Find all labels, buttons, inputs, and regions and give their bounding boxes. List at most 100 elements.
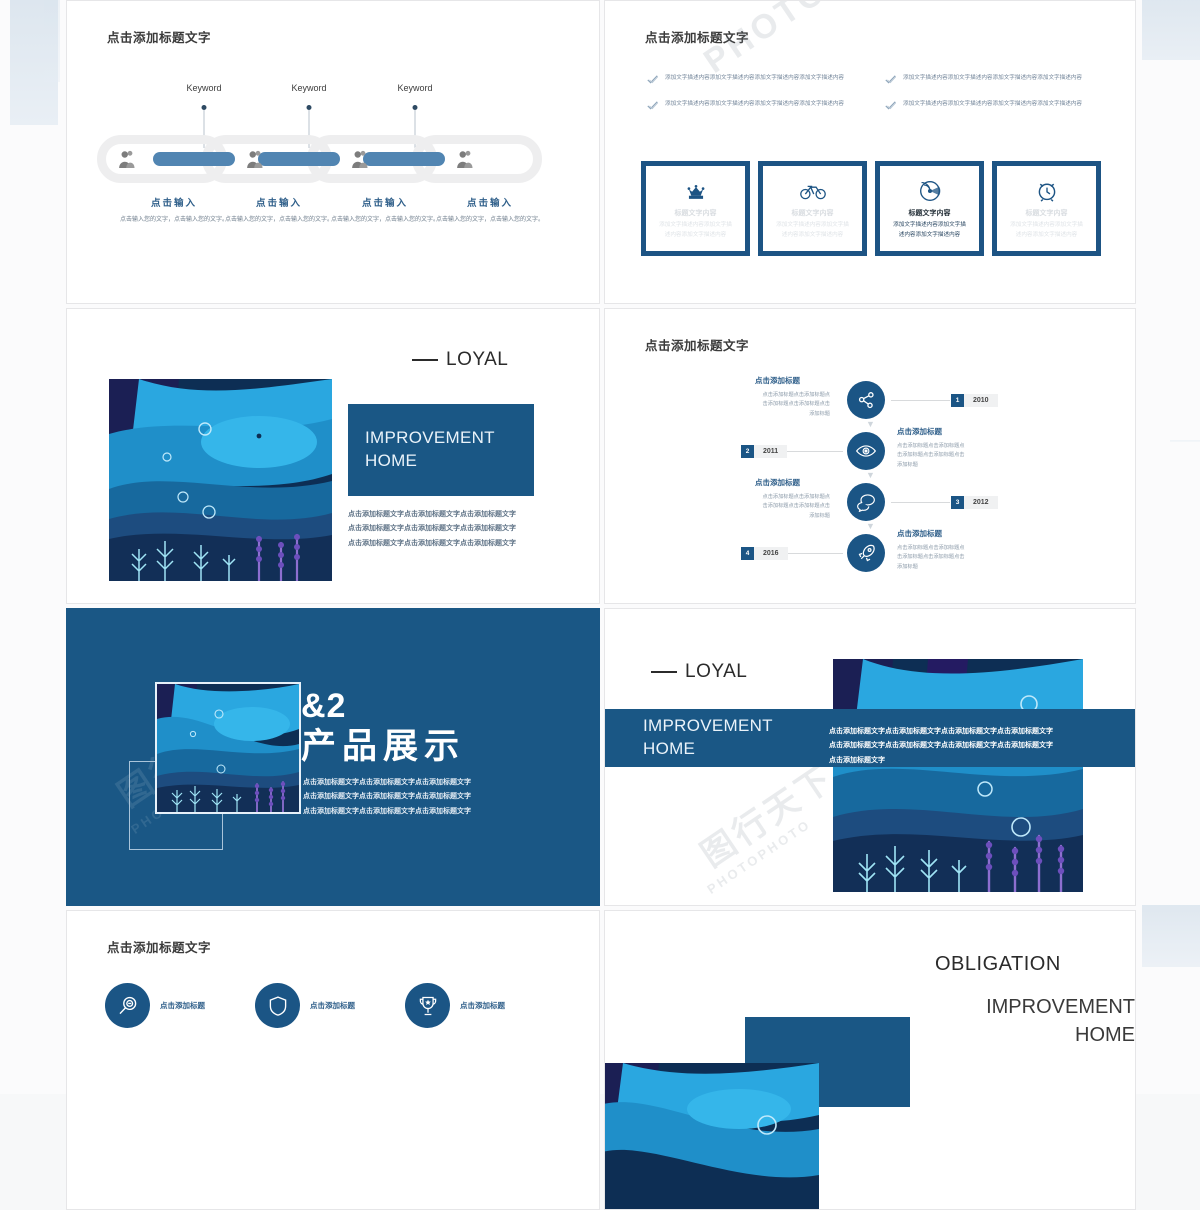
ocean-illustration: [155, 682, 301, 814]
headline-text: IMPROVEMENT HOME: [365, 428, 495, 470]
page-title: 点击添加标题文字: [107, 30, 212, 45]
magnifier-minus-icon: [105, 983, 150, 1028]
page-title: 点击添加标题文字: [107, 940, 212, 955]
slide-checks-boxes[interactable]: 点击添加标题文字 PHOTO.CN 添加文字描述内容添加文字描述内容添加文字描述…: [604, 0, 1136, 304]
timeline-diagram: 点击添加标题 点击添加标题点击添加标题点击添加标题点击添加标题点击添加标题 1 …: [741, 371, 1115, 591]
chain-caption-heading: 点击输入: [361, 198, 408, 209]
icon-box-2[interactable]: 标题文字内容 添加文字描述内容添加文字描述内容添加文字描述内容: [758, 161, 867, 256]
rocket-icon: [858, 544, 875, 561]
timeline-year-text: 2011: [763, 448, 779, 455]
headline-band: IMPROVEMENT HOME: [348, 404, 534, 496]
icon-box-title: 标题文字内容: [791, 209, 834, 217]
section-number: &2: [301, 687, 347, 725]
bullet-text: 添加文字描述内容添加文字描述内容添加文字描述内容添加文字描述内容: [903, 101, 1083, 107]
body-line: 点击添加标题文字点击添加标题文字点击添加标题文字: [303, 792, 471, 801]
chain-caption-4: 点击输入 点击输入您的文字，点击输入您的文字。: [431, 195, 549, 225]
body-line: 点击添加标题文字点击添加标题文字点击添加标题文字: [303, 806, 471, 815]
crown-icon: [685, 178, 707, 204]
timeline-index: 4: [741, 547, 754, 560]
slide-board-page: 图行天下 点击添加标题文字点击添加标题文字点击添加标题文字 PHOTO.CN 点…: [0, 0, 1200, 1210]
eyebrow-loyal: LOYAL: [412, 349, 508, 371]
body-line: 点击添加标题文字点击添加标题文字点击添加标题文字: [348, 538, 516, 547]
chevron-down-icon: ▼: [866, 419, 875, 429]
timeline-title-1: 点击添加标题: [755, 376, 800, 385]
timeline-year-text: 2016: [763, 550, 779, 557]
icon-box-3[interactable]: 标题文字内容 添加文字描述内容添加文字描述内容添加文字描述内容: [875, 161, 984, 256]
eyebrow-obligation: OBLIGATION: [935, 953, 1061, 975]
body-copy: 点击添加标题文字点击添加标题文字点击添加标题文字 点击添加标题文字点击添加标题文…: [348, 507, 578, 550]
edge-decor-right-mid: [1170, 440, 1200, 442]
slide-loyal-left[interactable]: LOYAL IMPROVEMENT HOME 点击添加标题文字点击添加标题文字点…: [66, 308, 600, 604]
bullet-text: 添加文字描述内容添加文字描述内容添加文字描述内容添加文字描述内容: [665, 101, 845, 107]
slide-obligation[interactable]: OBLIGATION IMPROVEMENT HOME: [604, 910, 1136, 1210]
chain-caption-3: 点击输入 点击输入您的文字，点击输入您的文字。: [326, 195, 444, 225]
icon-box-desc: 添加文字描述内容添加文字描述内容添加文字描述内容: [776, 222, 849, 238]
circle-item-2[interactable]: 点击添加标题: [255, 983, 355, 1028]
check-icon: [647, 101, 658, 110]
icon-box-desc: 添加文字描述内容添加文字描述内容添加文字描述内容: [659, 222, 732, 238]
check-icon: [885, 75, 896, 84]
timeline-title-2: 点击添加标题: [897, 427, 942, 436]
slide-loyal-right[interactable]: 图行天下 PHOTOPHOTO LOYAL IMPROVEMENT HOME 点…: [604, 608, 1136, 906]
headline-text: IMPROVEMENT HOME: [643, 716, 773, 758]
section-body: 点击添加标题文字点击添加标题文字点击添加标题文字 点击添加标题文字点击添加标题文…: [303, 775, 538, 818]
eyebrow-rule: [412, 359, 438, 361]
body-copy: 点击添加标题文字点击添加标题文字点击添加标题文字点击添加标题文字 点击添加标题文…: [829, 724, 1119, 767]
timeline-index: 1: [951, 394, 964, 407]
chain-bar-3: [363, 152, 445, 166]
timeline-node-3[interactable]: [847, 483, 885, 521]
network-share-icon: [858, 391, 874, 408]
slide-circle-icons[interactable]: 点击添加标题文字 点击添加标题 点击添加标题 点击添加标题: [66, 910, 600, 1210]
chain-links: [97, 135, 571, 183]
section-number-block: &2 产品展示: [301, 689, 465, 767]
body-line: 点击添加标题文字点击添加标题文字点击添加标题文字点击添加标题文字: [829, 727, 1053, 735]
bullet-item: 添加文字描述内容添加文字描述内容添加文字描述内容添加文字描述内容: [647, 73, 859, 85]
slide-chain-keyword[interactable]: 点击添加标题文字 Keyword Keyword Keyword 点击输入 点击…: [66, 0, 600, 304]
bullet-item: 添加文字描述内容添加文字描述内容添加文字描述内容添加文字描述内容: [885, 99, 1097, 111]
chain-bar-2: [258, 152, 340, 166]
edge-decor-right-bottom: [1142, 905, 1200, 967]
body-line: 点击添加标题文字: [829, 755, 885, 764]
timeline-node-4[interactable]: [847, 534, 885, 572]
eyebrow-rule: [651, 671, 677, 673]
circle-item-3[interactable]: 点击添加标题: [405, 983, 505, 1028]
timeline-node-1[interactable]: [847, 381, 885, 419]
slide-timeline[interactable]: 点击添加标题文字 点击添加标题 点击添加标题点击添加标题点击添加标题点击添加标题…: [604, 308, 1136, 604]
timeline-desc-1: 点击添加标题点击添加标题点击添加标题点击添加标题点击添加标题: [762, 392, 830, 417]
circle-item-label: 点击添加标题: [310, 1001, 355, 1010]
timeline-year-text: 2010: [973, 397, 989, 404]
circle-item-1[interactable]: 点击添加标题: [105, 983, 205, 1028]
shield-icon: [255, 983, 300, 1028]
icon-box-1[interactable]: 标题文字内容 添加文字描述内容添加文字描述内容添加文字描述内容: [641, 161, 750, 256]
chain-caption-desc: 点击输入您的文字，点击输入您的文字。: [119, 216, 228, 223]
edge-decor-left-top-2: [44, 0, 60, 82]
timeline-desc-2: 点击添加标题点击添加标题点击添加标题点击添加标题点击添加标题: [897, 443, 965, 468]
trophy-icon: [405, 983, 450, 1028]
eye-icon: [855, 445, 877, 457]
check-icon: [885, 101, 896, 110]
alarm-clock-icon: [1036, 178, 1058, 204]
ocean-illustration: [605, 1063, 819, 1209]
people-icon-2: [247, 150, 263, 168]
section-title: 产品展示: [301, 727, 466, 767]
chain-caption-heading: 点击输入: [255, 198, 302, 209]
chain-caption-heading: 点击输入: [150, 198, 197, 209]
vinyl-icon: [919, 178, 941, 204]
eyebrow-text: LOYAL: [685, 661, 748, 682]
keyword-label-3: Keyword: [397, 83, 433, 93]
eyebrow-loyal: LOYAL: [651, 661, 747, 683]
edge-decor-right-top: [1142, 0, 1200, 60]
keyword-label-1: Keyword: [186, 83, 222, 93]
slide-section-cover[interactable]: 图行天下 PHOTOPHOTO: [66, 608, 600, 906]
keyword-label-2: Keyword: [291, 83, 327, 93]
timeline-node-2[interactable]: [847, 432, 885, 470]
bicycle-icon: [799, 178, 826, 204]
timeline-dash-4: [785, 553, 843, 554]
icon-box-title: 标题文字内容: [908, 209, 951, 217]
icon-box-4[interactable]: 标题文字内容 添加文字描述内容添加文字描述内容添加文字描述内容: [992, 161, 1101, 256]
chevron-down-icon: ▼: [866, 470, 875, 480]
timeline-dash-2: [785, 451, 843, 452]
chain-caption-desc: 点击输入您的文字，点击输入您的文字。: [224, 216, 333, 223]
people-icon-4: [457, 150, 473, 168]
chain-caption-desc: 点击输入您的文字，点击输入您的文字。: [435, 216, 544, 223]
